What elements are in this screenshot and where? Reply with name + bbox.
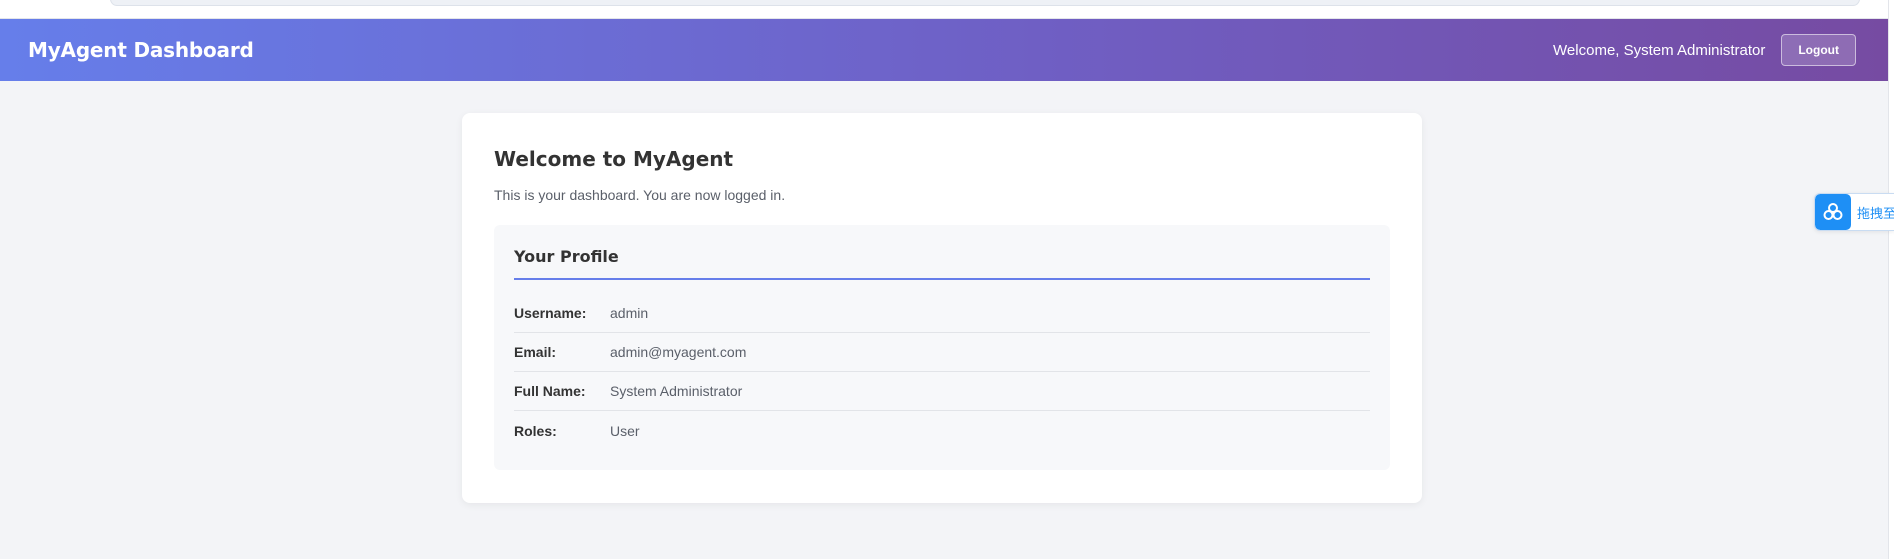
profile-label: Email:: [514, 344, 557, 360]
profile-row-roles: Roles: User: [514, 411, 1370, 450]
page-subtitle: This is your dashboard. You are now logg…: [494, 187, 786, 203]
profile-value: admin@myagent.com: [610, 344, 747, 360]
profile-row-email: Email: admin@myagent.com: [514, 333, 1370, 372]
profile-value: admin: [610, 305, 649, 321]
profile-section: Your Profile Username: admin Email: admi…: [494, 225, 1390, 470]
logout-button[interactable]: Logout: [1781, 34, 1856, 66]
page-title: Welcome to MyAgent: [494, 147, 734, 171]
widget-label: 拖拽至: [1857, 206, 1894, 222]
welcome-user-text: Welcome, System Administrator: [1553, 41, 1766, 59]
cloud-icon[interactable]: [1815, 194, 1851, 230]
profile-value: User: [610, 422, 640, 439]
floating-drag-widget[interactable]: 拖拽至: [1814, 193, 1894, 231]
profile-label: Roles:: [514, 422, 557, 439]
brand-title: MyAgent Dashboard: [28, 38, 254, 62]
profile-label: Username:: [514, 305, 587, 321]
dashboard-card: Welcome to MyAgent This is your dashboar…: [462, 113, 1422, 503]
profile-row-username: Username: admin: [514, 294, 1370, 333]
browser-address-bar[interactable]: [110, 0, 1860, 6]
scrollbar-track[interactable]: [1888, 0, 1894, 559]
browser-top-strip: [0, 0, 1894, 19]
header-user-area: Welcome, System Administrator Logout: [1553, 34, 1856, 66]
profile-title: Your Profile: [514, 247, 1370, 280]
top-header: MyAgent Dashboard Welcome, System Admini…: [0, 19, 1888, 81]
profile-row-full-name: Full Name: System Administrator: [514, 372, 1370, 411]
profile-label: Full Name:: [514, 383, 586, 399]
profile-value: System Administrator: [610, 383, 743, 399]
